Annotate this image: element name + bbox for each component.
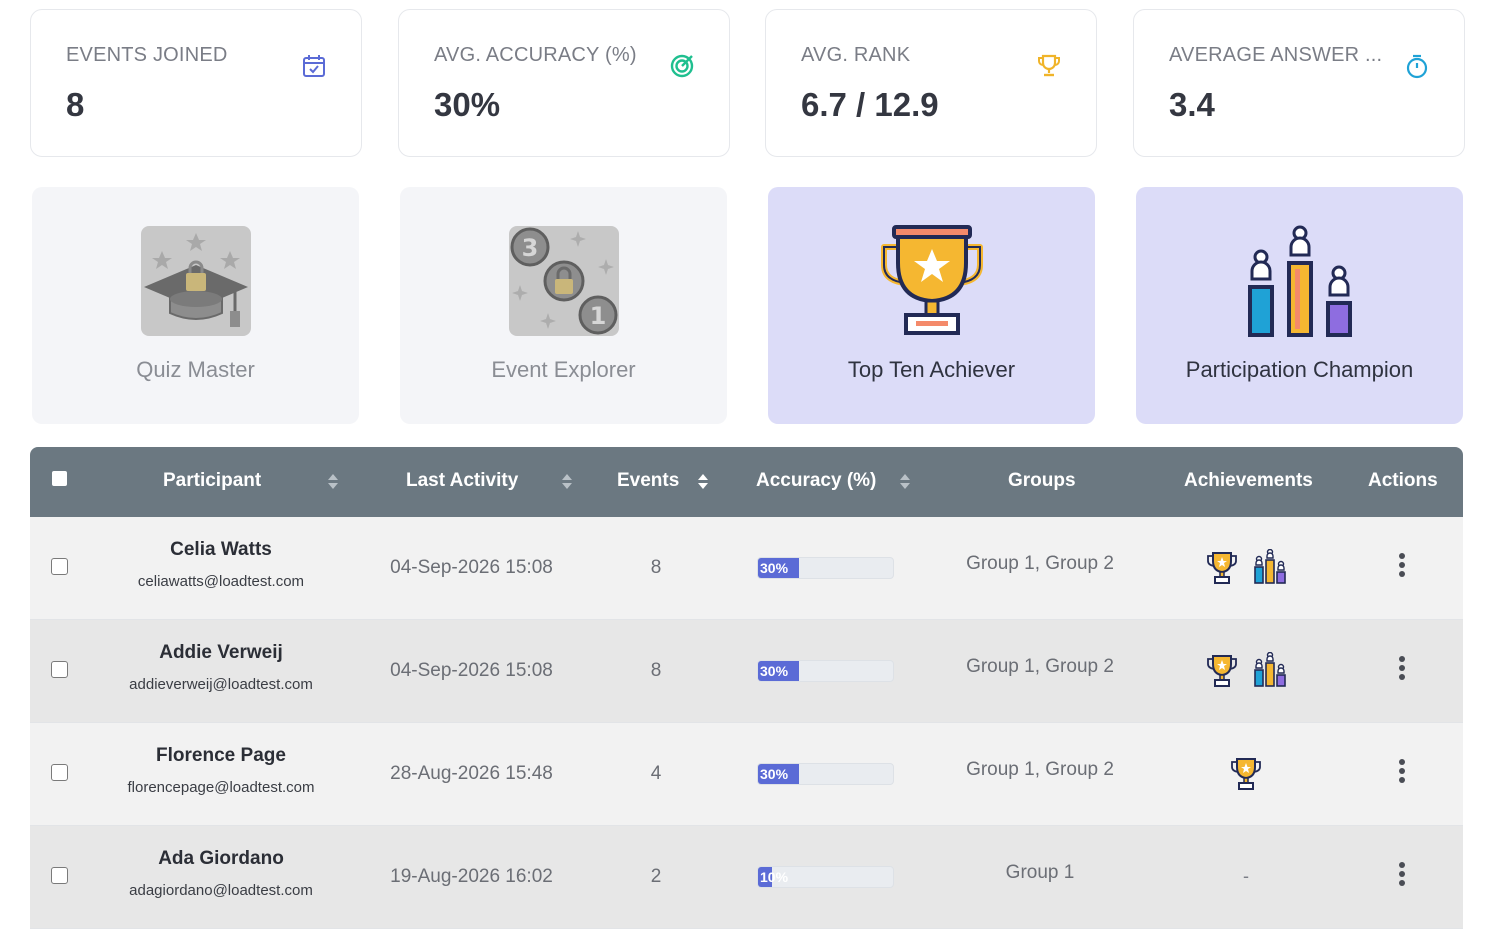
podium-icon (1254, 652, 1287, 687)
stat-card-average-answer: AVERAGE ANSWER ... 3.4 (1133, 9, 1465, 157)
groups: Group 1, Group 2 (966, 759, 1114, 780)
select-all-checkbox[interactable] (52, 471, 67, 486)
participant-name[interactable]: Florence Page (102, 745, 340, 767)
column-header-participant[interactable]: Participant (163, 447, 261, 517)
no-achievements: - (1243, 866, 1249, 886)
column-header-last-activity[interactable]: Last Activity (406, 447, 518, 517)
events-count: 2 (650, 866, 662, 887)
achievements-cell (1176, 549, 1316, 589)
groups: Group 1, Group 2 (966, 553, 1114, 574)
row-checkbox[interactable] (51, 867, 68, 884)
achievement-label: Event Explorer (491, 357, 636, 382)
events-count: 8 (650, 557, 662, 578)
stat-value: 8 (66, 86, 85, 123)
row-actions-menu-icon[interactable] (1397, 862, 1407, 888)
column-header-events[interactable]: Events (617, 447, 679, 517)
participant-email: celiawatts@loadtest.com (137, 573, 305, 590)
participant-email: florencepage@loadtest.com (127, 779, 315, 796)
participant-name[interactable]: Ada Giordano (102, 848, 340, 870)
events-count: 4 (650, 763, 662, 784)
groups: Group 1, Group 2 (966, 656, 1114, 677)
accuracy-label: 30% (760, 766, 789, 782)
coins-locked-icon: 3 1 (509, 226, 619, 336)
svg-text:1: 1 (590, 302, 607, 330)
trophy-icon (1206, 655, 1237, 687)
achievement-label: Quiz Master (136, 357, 255, 382)
last-activity: 04-Sep-2026 15:08 (390, 660, 553, 681)
podium-people-icon (1248, 225, 1352, 337)
column-header-achievements: Achievements (1184, 470, 1313, 491)
stat-label: AVG. ACCURACY (%) (434, 44, 637, 66)
podium-icon (1254, 549, 1287, 584)
table-header: Participant Last Activity Events Accurac… (30, 447, 1463, 517)
trophy-icon (1231, 758, 1261, 790)
stat-card-avg-accuracy: AVG. ACCURACY (%) 30% (398, 9, 730, 157)
sort-icon[interactable] (900, 474, 910, 490)
row-actions-menu-icon[interactable] (1397, 759, 1407, 785)
accuracy-bar: 10% (757, 866, 894, 888)
stat-value: 30% (434, 86, 501, 123)
last-activity: 19-Aug-2026 16:02 (390, 866, 553, 887)
target-icon (670, 54, 694, 78)
participants-table: Participant Last Activity Events Accurac… (30, 447, 1463, 930)
column-header-accuracy[interactable]: Accuracy (%) (756, 447, 876, 517)
row-checkbox[interactable] (51, 558, 68, 575)
participant-email: adagiordano@loadtest.com (129, 882, 313, 899)
sort-icon[interactable] (328, 474, 338, 490)
accuracy-bar: 30% (757, 660, 894, 682)
sort-icon[interactable] (562, 474, 572, 490)
groups: Group 1 (1005, 862, 1075, 883)
trophy-icon (1038, 54, 1060, 77)
achievement-label: Participation Champion (1185, 357, 1414, 382)
achievements-cell: - (1176, 858, 1316, 898)
participant-email: addieverweij@loadtest.com (129, 676, 313, 693)
accuracy-bar: 30% (757, 763, 894, 785)
calendar-check-icon (303, 55, 325, 77)
stat-value: 3.4 (1169, 86, 1215, 123)
stat-value: 6.7 / 12.9 (801, 86, 939, 123)
achievement-tile-top-ten-achiever: Top Ten Achiever (768, 187, 1095, 424)
stopwatch-icon (1406, 54, 1428, 79)
stats-row: EVENTS JOINED 8 AVG. ACCURACY (%) 30% AV… (30, 9, 1466, 157)
accuracy-bar: 30% (757, 557, 894, 579)
achievements-cell (1176, 755, 1316, 795)
table-row: Celia Watts celiawatts@loadtest.com 04-S… (30, 517, 1463, 620)
achievement-label: Top Ten Achiever (847, 357, 1016, 382)
participant-name[interactable]: Celia Watts (102, 539, 340, 561)
events-count: 8 (650, 660, 662, 681)
achievement-tile-quiz-master: Quiz Master (32, 187, 359, 424)
last-activity: 28-Aug-2026 15:48 (390, 763, 553, 784)
column-header-actions: Actions (1368, 470, 1438, 491)
row-checkbox[interactable] (51, 764, 68, 781)
stat-label: AVERAGE ANSWER ... (1169, 44, 1383, 66)
stat-label: EVENTS JOINED (66, 44, 228, 66)
graduation-cap-locked-icon (141, 226, 251, 336)
row-checkbox[interactable] (51, 661, 68, 678)
table-row: Florence Page florencepage@loadtest.com … (30, 723, 1463, 826)
column-header-groups: Groups (1008, 470, 1076, 491)
participant-name[interactable]: Addie Verweij (102, 642, 340, 664)
row-actions-menu-icon[interactable] (1397, 553, 1407, 579)
table-row: Addie Verweij addieverweij@loadtest.com … (30, 620, 1463, 723)
stat-card-events-joined: EVENTS JOINED 8 (30, 9, 362, 157)
accuracy-label: 30% (760, 560, 789, 576)
achievements-row: Quiz Master 3 1 Event Explorer Top Ten A… (32, 187, 1464, 424)
achievement-tile-event-explorer: 3 1 Event Explorer (400, 187, 727, 424)
accuracy-label: 30% (760, 663, 789, 679)
last-activity: 04-Sep-2026 15:08 (390, 557, 553, 578)
trophy-star-icon (881, 225, 983, 335)
achievements-cell (1176, 652, 1316, 692)
sort-icon[interactable] (698, 474, 708, 490)
accuracy-label: 10% (760, 869, 789, 885)
svg-text:3: 3 (522, 234, 539, 262)
stat-label: AVG. RANK (801, 44, 911, 66)
achievement-tile-participation-champion: Participation Champion (1136, 187, 1463, 424)
stat-card-avg-rank: AVG. RANK 6.7 / 12.9 (765, 9, 1097, 157)
trophy-icon (1206, 552, 1237, 584)
row-actions-menu-icon[interactable] (1397, 656, 1407, 682)
table-row: Ada Giordano adagiordano@loadtest.com 19… (30, 826, 1463, 929)
